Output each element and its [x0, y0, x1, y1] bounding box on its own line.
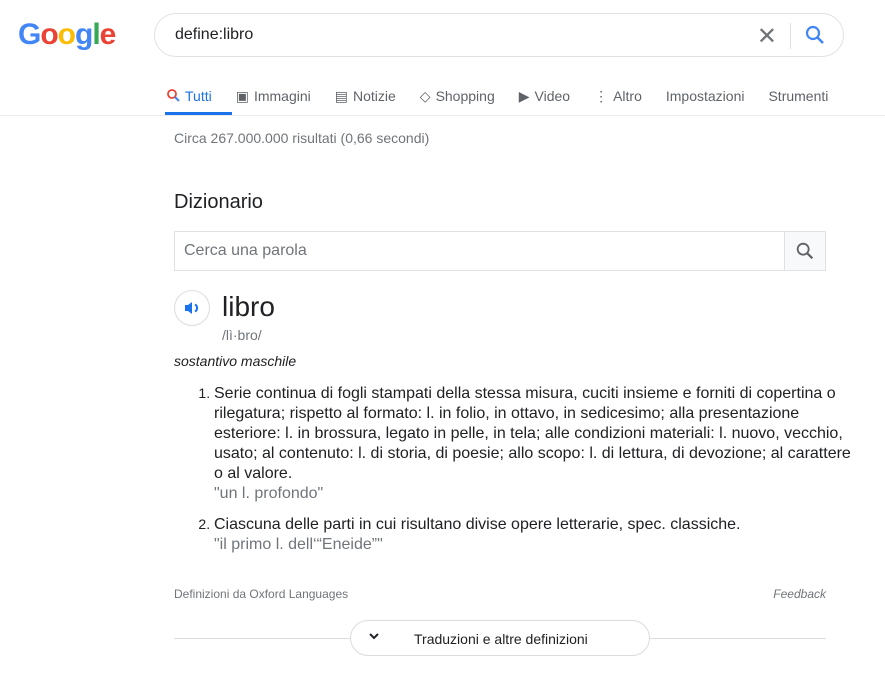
phonetic: /lì·bro/ — [222, 327, 262, 343]
dictionary-title: Dizionario — [174, 191, 263, 213]
image-icon: ▣ — [235, 87, 249, 104]
example: "un l. profondo" — [214, 485, 324, 502]
word-search-placeholder: Cerca una parola — [184, 242, 307, 259]
example: "il primo l. dell‘“Eneide”" — [214, 536, 383, 553]
divider — [0, 115, 885, 116]
divider — [790, 23, 791, 49]
chevron-down-icon — [367, 629, 381, 646]
more-definitions-button[interactable]: Traduzioni e altre definizioni — [350, 620, 650, 656]
play-icon: ▶ — [518, 87, 530, 104]
tab-notizie[interactable]: ▤ Notizie — [335, 84, 396, 108]
word-search-input[interactable]: Cerca una parola — [174, 231, 826, 271]
search-input[interactable]: define:libro — [175, 26, 253, 44]
source-link[interactable]: Definizioni da Oxford Languages — [174, 587, 348, 601]
search-icon[interactable] — [803, 23, 827, 52]
google-logo[interactable]: Google — [18, 18, 116, 52]
tab-strumenti[interactable]: Strumenti — [768, 84, 828, 108]
tab-tutti[interactable]: Tutti — [166, 84, 212, 108]
search-box[interactable]: define:libro ✕ — [154, 13, 844, 57]
tag-icon: ◇ — [419, 87, 431, 104]
definition-item: Serie continua di fogli stampati della s… — [214, 383, 864, 504]
search-tabs: Tutti ▣ Immagini ▤ Notizie ◇ Shopping ▶ Vide… — [166, 84, 852, 108]
search-icon[interactable] — [784, 232, 825, 270]
tab-impostazioni[interactable]: Impostazioni — [666, 84, 745, 108]
headword: libro — [222, 291, 275, 322]
clear-icon[interactable]: ✕ — [757, 22, 777, 51]
part-of-speech: sostantivo maschile — [174, 353, 297, 369]
tab-immagini[interactable]: ▣ Immagini — [236, 84, 311, 108]
news-icon: ▤ — [334, 87, 348, 104]
definition-list: Serie continua di fogli stampati della s… — [174, 383, 864, 565]
feedback-link[interactable]: Feedback — [773, 587, 826, 601]
tab-shopping[interactable]: ◇ Shopping — [420, 84, 495, 108]
definition-item: Ciascuna delle parti in cui risultano di… — [214, 514, 864, 555]
more-icon: ⋮ — [594, 87, 609, 104]
tab-altro[interactable]: ⋮ Altro — [594, 84, 642, 108]
result-stats: Circa 267.000.000 risultati (0,66 second… — [174, 130, 430, 146]
tab-video[interactable]: ▶ Video — [519, 84, 570, 108]
search-icon — [166, 88, 180, 105]
speaker-icon[interactable] — [174, 290, 210, 326]
